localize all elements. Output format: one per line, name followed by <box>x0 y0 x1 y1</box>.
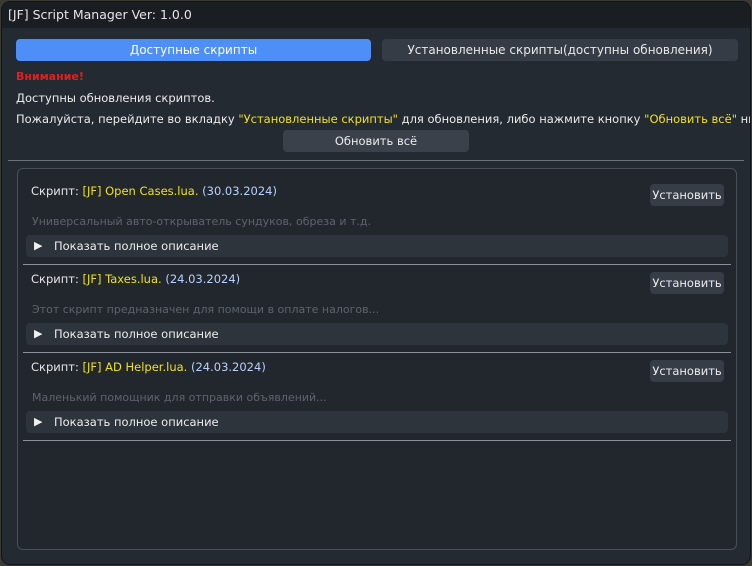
script-name: [JF] Open Cases.lua. <box>82 184 199 198</box>
warning-label: Внимание! <box>16 70 84 83</box>
triangle-right-icon: ▶ <box>34 327 43 340</box>
instructions-part: для обновления, либо нажмите кнопку <box>397 112 645 126</box>
script-description: Маленький помощник для отправки объявлен… <box>32 391 327 404</box>
install-button[interactable]: Установить <box>650 184 724 206</box>
script-card: Скрипт: [JF] Taxes.lua. (24.03.2024) Уст… <box>23 257 731 353</box>
script-header: Скрипт: [JF] Open Cases.lua. (30.03.2024… <box>31 184 277 198</box>
script-description: Универсальный авто-открыватель сундуков,… <box>32 215 372 228</box>
script-prefix: Скрипт: <box>31 272 83 286</box>
update-all-button[interactable]: Обновить всё <box>283 130 469 152</box>
instructions-part: Пожалуйста, перейдите во вкладку <box>16 112 239 126</box>
install-button[interactable]: Установить <box>650 272 724 294</box>
script-prefix: Скрипт: <box>31 184 83 198</box>
card-divider <box>23 440 731 441</box>
triangle-right-icon: ▶ <box>34 415 43 428</box>
script-card: Скрипт: [JF] Open Cases.lua. (30.03.2024… <box>23 169 731 265</box>
show-full-description-toggle[interactable]: ▶ Показать полное описание <box>26 323 728 345</box>
tab-bar: Доступные скрипты Установленные скрипты(… <box>16 39 738 61</box>
install-button[interactable]: Установить <box>650 360 724 382</box>
script-manager-window: [JF] Script Manager Ver: 1.0.0 Доступные… <box>2 2 750 564</box>
installed-tab-reference: "Установленные скрипты" <box>238 112 398 126</box>
script-name: [JF] AD Helper.lua. <box>82 360 188 374</box>
show-full-description-toggle[interactable]: ▶ Показать полное описание <box>26 411 728 433</box>
header-divider <box>8 160 744 161</box>
expander-label: Показать полное описание <box>54 327 219 341</box>
script-description: Этот скрипт предназначен для помощи в оп… <box>32 303 380 316</box>
script-header: Скрипт: [JF] Taxes.lua. (24.03.2024) <box>31 272 240 286</box>
window-title[interactable]: [JF] Script Manager Ver: 1.0.0 <box>2 2 750 28</box>
expander-label: Показать полное описание <box>54 415 219 429</box>
script-header: Скрипт: [JF] AD Helper.lua. (24.03.2024) <box>31 360 266 374</box>
script-date: (24.03.2024) <box>165 272 241 286</box>
show-full-description-toggle[interactable]: ▶ Показать полное описание <box>26 235 728 257</box>
update-all-reference: "Обновить всё" <box>644 112 737 126</box>
tab-installed-scripts[interactable]: Установленные скрипты(доступны обновлени… <box>382 39 738 61</box>
script-card: Скрипт: [JF] AD Helper.lua. (24.03.2024)… <box>23 345 731 441</box>
expander-label: Показать полное описание <box>54 239 219 253</box>
script-date: (24.03.2024) <box>190 360 266 374</box>
script-prefix: Скрипт: <box>31 360 83 374</box>
script-name: [JF] Taxes.lua. <box>82 272 162 286</box>
update-instructions-text: Пожалуйста, перейдите во вкладку "Устано… <box>16 112 750 126</box>
triangle-right-icon: ▶ <box>34 239 43 252</box>
tab-available-scripts[interactable]: Доступные скрипты <box>16 39 371 61</box>
script-date: (30.03.2024) <box>202 184 277 198</box>
scripts-list[interactable]: Скрипт: [JF] Open Cases.lua. (30.03.2024… <box>17 168 737 550</box>
updates-available-text: Доступны обновления скриптов. <box>16 91 215 105</box>
instructions-part: ниже. <box>740 112 750 126</box>
